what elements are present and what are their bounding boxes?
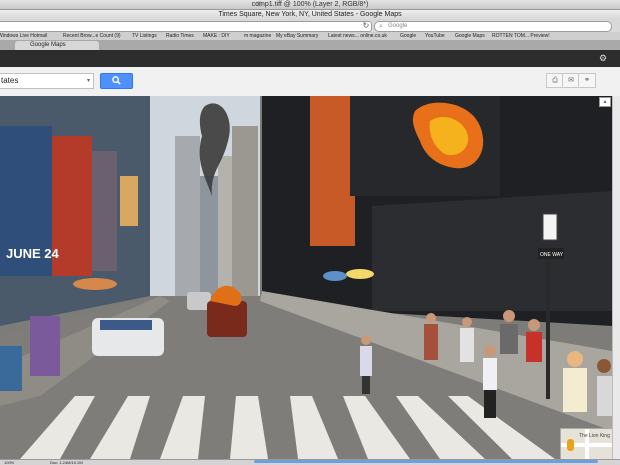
bookmark-item[interactable]: Google [400, 32, 416, 40]
bookmark-item[interactable]: Windows Live Hotmail [0, 32, 47, 40]
photoshop-title-bar: comp1.tiff @ 100% (Layer 2, RGB/8*) [0, 0, 620, 10]
bookmarks-bar: Windows Live Hotmail Recent Brow...e Cou… [0, 32, 620, 41]
gear-icon[interactable]: ⚙ [598, 53, 608, 63]
umbrella [346, 269, 374, 279]
umbrella [73, 278, 117, 290]
burning-car [207, 301, 247, 337]
horizontal-scrollbar[interactable] [254, 460, 598, 463]
bookmark-item[interactable]: Recent Brow...e Count (9) [63, 32, 121, 40]
billboard-text: JUNE 24 [6, 246, 60, 261]
bookmark-item[interactable]: Latest news... online.co.uk [328, 32, 387, 40]
chevron-down-icon[interactable]: ▾ [87, 74, 90, 88]
browser-title-bar: Times Square, New York, NY, United State… [0, 10, 620, 20]
maps-search-input[interactable]: tates ▾ [0, 73, 94, 89]
car-window [100, 320, 152, 330]
pegman-icon[interactable] [567, 439, 574, 451]
browser-search-field[interactable]: ⌕ Google [374, 21, 612, 32]
bookmark-item[interactable]: TV Listings [132, 32, 157, 40]
building [232, 126, 258, 316]
tab-label: Google Maps [30, 42, 66, 48]
no-turn-sign [542, 213, 558, 241]
maps-search-value: tates [1, 76, 19, 85]
billboard [310, 96, 355, 246]
billboard [92, 151, 117, 271]
vertical-scrollbar[interactable] [612, 96, 620, 459]
collapse-button[interactable]: ▴ [599, 97, 611, 107]
street-view-panorama[interactable]: JUNE 24 ONE WAY [0, 96, 612, 459]
photoshop-document-title: comp1.tiff @ 100% (Layer 2, RGB/8*) [251, 1, 369, 8]
minimap-label: The Lion King [579, 433, 610, 439]
google-bar [0, 50, 620, 67]
bookmark-item[interactable]: MAKE : DIY [203, 32, 230, 40]
storefront [372, 191, 612, 311]
street-scene: JUNE 24 ONE WAY [0, 96, 612, 459]
bookmark-item[interactable]: My eBay Summary [276, 32, 318, 40]
reload-icon[interactable]: ↻ [362, 21, 370, 30]
street-view-minimap[interactable]: The Lion King [560, 428, 613, 460]
billboard [120, 176, 138, 226]
link-icon[interactable]: ⚭ [578, 73, 596, 88]
zoom-level[interactable]: 100% [4, 460, 14, 465]
one-way-sign-text: ONE WAY [540, 252, 564, 258]
document-size: Doc: 1.24M/10.2M [50, 460, 83, 465]
bookmark-item[interactable]: Google Maps [455, 32, 485, 40]
bookmark-item[interactable]: m magazine [244, 32, 271, 40]
umbrella [323, 271, 347, 281]
search-icon [112, 76, 121, 85]
browser-search-placeholder: Google [388, 23, 408, 29]
building [175, 136, 200, 316]
browser-window-title: Times Square, New York, NY, United State… [218, 11, 402, 18]
magnifier-icon: ⌕ [379, 23, 383, 30]
sign-pole [546, 259, 550, 399]
maps-search-button[interactable] [100, 73, 133, 89]
bookmark-item[interactable]: YouTube [425, 32, 445, 40]
address-bar[interactable] [0, 21, 372, 32]
bookmark-item[interactable]: Radio Times [166, 32, 194, 40]
tab-google-maps[interactable]: Google Maps [15, 41, 99, 50]
bookmark-item[interactable]: ROTTEN TOM... Preview! [492, 32, 550, 40]
